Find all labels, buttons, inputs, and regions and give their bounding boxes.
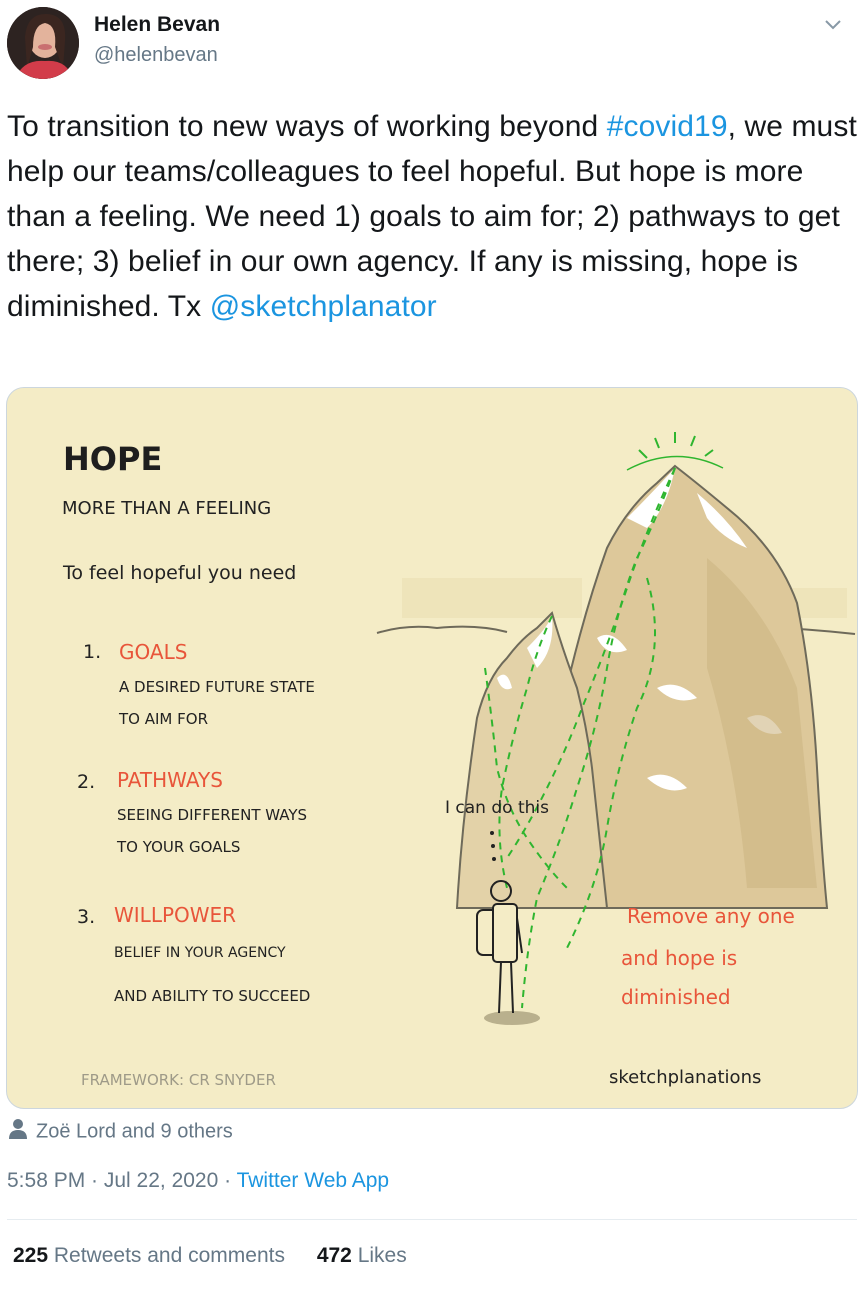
likes-count: 472 <box>316 1244 352 1267</box>
avatar[interactable] <box>7 7 79 79</box>
brand-text: sketchplanations <box>609 1067 762 1088</box>
thought-text: I can do this <box>445 798 549 818</box>
retweets-stat[interactable]: 225 Retweets and comments <box>13 1244 285 1267</box>
likes-stat[interactable]: 472 Likes <box>317 1244 407 1267</box>
divider <box>7 1219 857 1220</box>
willpower-line1: BELIEF IN YOUR AGENCY <box>114 945 286 961</box>
tweet-text-part: , <box>727 110 737 143</box>
warning-line2: and hope is <box>621 946 738 970</box>
retweets-count: 225 <box>13 1244 49 1267</box>
goals-heading: GOALS <box>119 640 188 664</box>
sketch-title: HOPE <box>63 440 163 478</box>
willpower-heading: WILLPOWER <box>114 903 237 927</box>
author-name[interactable]: Helen Bevan <box>94 13 220 37</box>
mention-link[interactable]: @sketchplanator <box>210 290 437 323</box>
sketch-subtitle: MORE THAN A FEELING <box>62 498 272 519</box>
willpower-line2: AND ABILITY TO SUCCEED <box>114 987 311 1005</box>
tweet-image[interactable]: HOPE MORE THAN A FEELING To feel hopeful… <box>6 387 858 1109</box>
pathways-number: 2. <box>77 771 96 793</box>
person-icon <box>8 1118 28 1146</box>
goals-number: 1. <box>83 641 102 663</box>
likers-text: Zoë Lord and 9 others <box>36 1120 233 1143</box>
willpower-number: 3. <box>77 906 96 928</box>
source-link[interactable]: Twitter Web App <box>237 1169 390 1192</box>
author-handle[interactable]: @helenbevan <box>94 44 218 67</box>
pathways-heading: PATHWAYS <box>117 768 223 792</box>
goals-line1: A DESIRED FUTURE STATE <box>119 678 315 696</box>
warning-line1: Remove any one <box>627 904 795 928</box>
tweet-header: Helen Bevan @helenbevan <box>0 0 867 90</box>
goals-line2: TO AIM FOR <box>119 710 208 728</box>
warning-line3: diminished <box>621 985 731 1009</box>
likes-label: Likes <box>351 1244 407 1267</box>
tweet-text: To transition to new ways of working bey… <box>7 104 857 329</box>
tweet-time[interactable]: 5:58 PM · Jul 22, 2020 · <box>7 1169 237 1192</box>
hashtag-link[interactable]: #covid19 <box>607 110 728 143</box>
avatar-image <box>7 7 79 79</box>
retweets-label: Retweets and comments <box>48 1244 285 1267</box>
tweet-meta: 5:58 PM · Jul 22, 2020 · Twitter Web App <box>7 1169 389 1193</box>
chevron-down-icon[interactable] <box>820 12 846 38</box>
pathways-line2: TO YOUR GOALS <box>117 838 241 856</box>
tweet-stats: 225 Retweets and comments 472 Likes <box>13 1244 433 1268</box>
likers-row[interactable]: Zoë Lord and 9 others <box>8 1118 233 1146</box>
credit-text: FRAMEWORK: CR SNYDER <box>81 1071 276 1089</box>
pathways-line1: SEEING DIFFERENT WAYS <box>117 806 308 824</box>
sketch-intro: To feel hopeful you need <box>63 562 297 584</box>
tweet-text-part: To transition to new ways of working bey… <box>7 110 607 143</box>
